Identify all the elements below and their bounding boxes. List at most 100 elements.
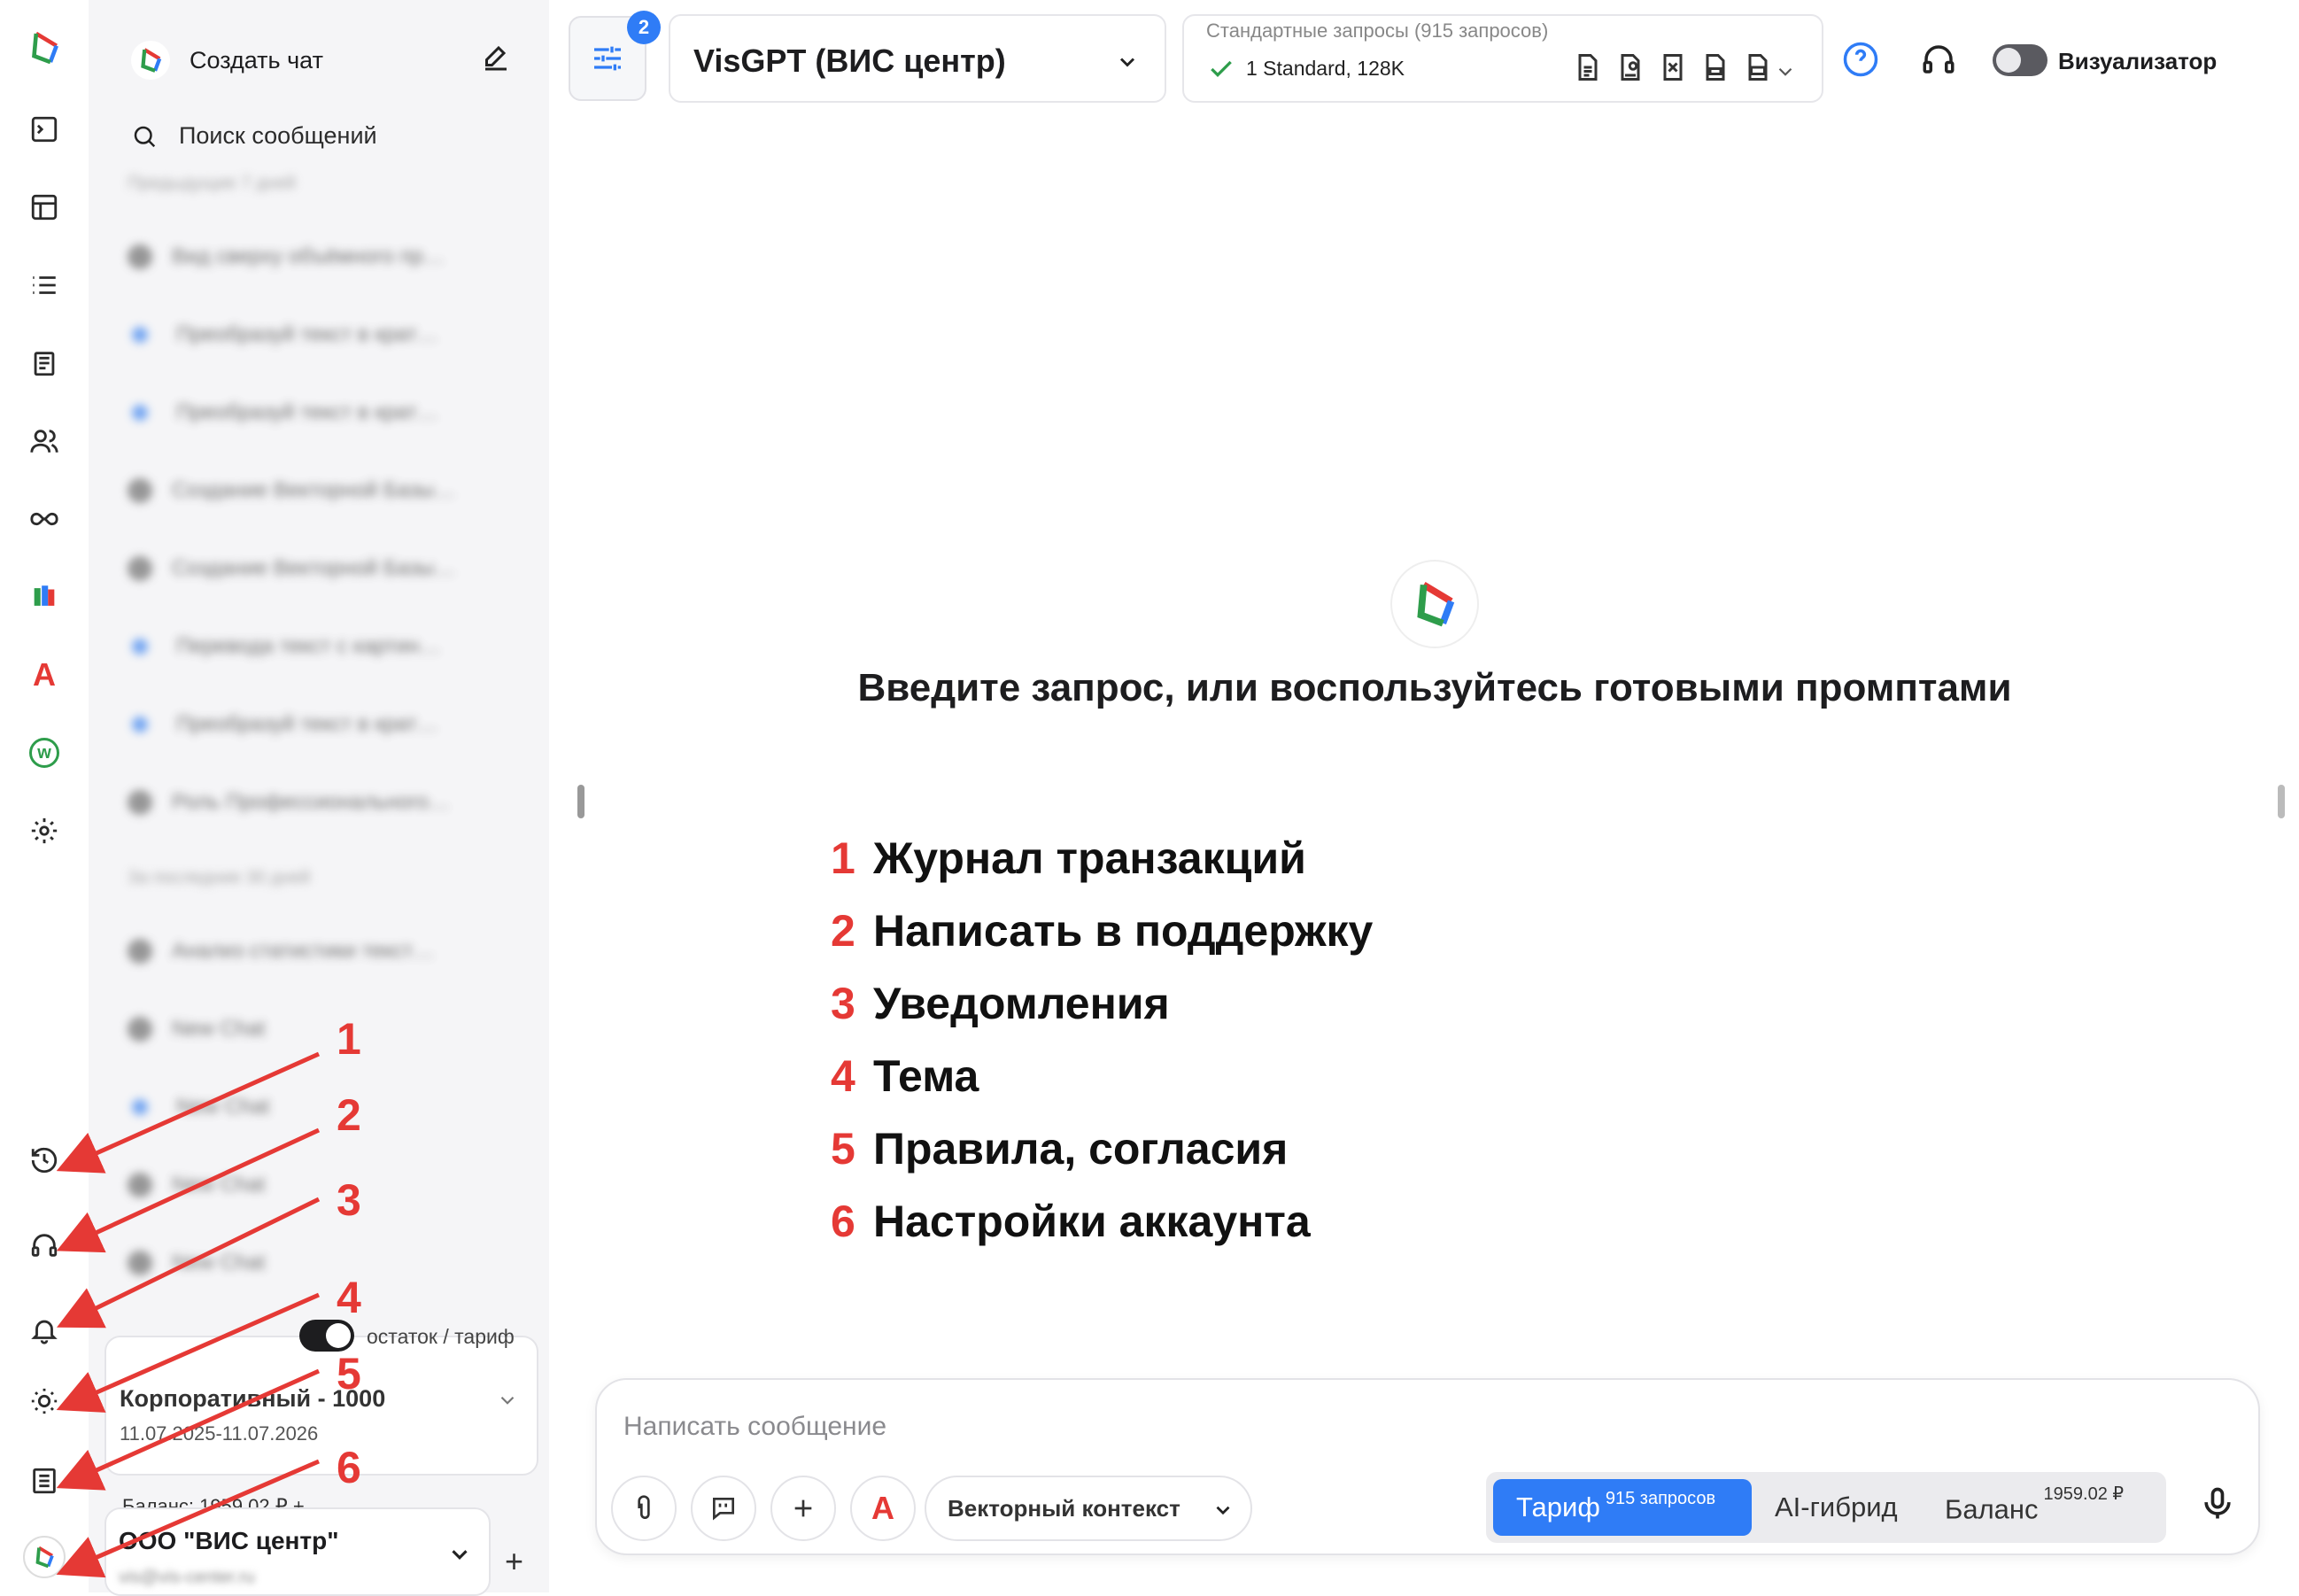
request-value: 1 Standard, 128K — [1246, 57, 1405, 80]
new-chat-button[interactable]: Создать чат — [131, 35, 512, 85]
history-group-label: Предыдущие 7 дней — [128, 174, 296, 193]
visualizer-label: Визуализатор — [2058, 48, 2218, 74]
doc-file-icon — [1578, 54, 1598, 81]
chevron-down-icon — [1778, 67, 1792, 76]
txt-file-icon — [1706, 54, 1725, 81]
icon-rail: A w — [0, 0, 89, 1592]
user-email: vis@vis-center.ru — [119, 1568, 255, 1587]
support-headset-icon[interactable] — [1920, 41, 1957, 78]
plan-card[interactable]: Корпоративный - 1000 11.07.2025-11.07.20… — [104, 1336, 538, 1476]
message-input[interactable]: Написать сообщение — [623, 1412, 886, 1442]
new-chat-label: Создать чат — [190, 46, 323, 74]
plus-icon — [794, 1499, 812, 1517]
history-item[interactable]: Роль Профессионального… — [128, 763, 517, 841]
attach-button[interactable] — [611, 1476, 677, 1541]
file-types — [1572, 51, 1774, 83]
history-group-label: За последние 30 дней — [128, 868, 311, 887]
history-item[interactable]: Вид сверху объёмного пр… — [128, 218, 517, 296]
add-button[interactable] — [770, 1476, 836, 1541]
legend-item: 2 Написать в поддержку — [831, 906, 1374, 956]
theme-sun-icon[interactable] — [21, 1378, 67, 1424]
sidebar-resize-handle[interactable] — [577, 785, 584, 818]
users-icon[interactable] — [21, 418, 67, 464]
balance-tariff-toggle[interactable] — [299, 1320, 354, 1352]
check-icon — [1211, 60, 1232, 78]
vector-context-selector[interactable]: Векторный контекст — [925, 1476, 1252, 1541]
tariff-tab[interactable]: Тариф 915 запросов — [1493, 1479, 1752, 1536]
add-organization-button[interactable]: + — [505, 1543, 523, 1580]
legend-item: 4 Тема — [831, 1051, 979, 1101]
request-type-selector[interactable]: Стандартные запросы (915 запросов) 1 Sta… — [1182, 14, 1823, 103]
help-icon[interactable] — [1842, 41, 1879, 78]
layout-icon[interactable] — [21, 184, 67, 230]
history-item[interactable]: Создание Векторной Базы… — [128, 452, 517, 530]
w-app-icon[interactable]: w — [21, 730, 67, 776]
vector-context-label: Векторный контекст — [948, 1494, 1180, 1522]
history-item[interactable]: New Chat — [128, 1224, 517, 1302]
account-avatar-icon[interactable] — [21, 1534, 67, 1580]
chevron-down-icon — [500, 1396, 515, 1405]
organization-name: ООО "ВИС центр" — [119, 1527, 339, 1554]
chat-history: Предыдущие 7 дней Вид сверху объёмного п… — [128, 168, 517, 1302]
history-item[interactable]: Перевода текст с картин… — [128, 608, 517, 686]
legend-item: 3 Уведомления — [831, 979, 1170, 1028]
history-item[interactable]: Преобразуй текст в крат… — [128, 296, 517, 374]
docx-file-icon — [1748, 54, 1768, 81]
history-item[interactable]: Преобразуй текст в крат… — [128, 686, 517, 763]
plan-name: Корпоративный - 1000 — [120, 1385, 386, 1412]
history-item[interactable]: New Chat — [128, 1068, 517, 1146]
font-tool-button[interactable]: A — [850, 1476, 916, 1541]
books-icon[interactable] — [21, 574, 67, 620]
settings-gear-icon[interactable] — [21, 808, 67, 854]
plan-dates: 11.07.2025-11.07.2026 — [120, 1422, 319, 1445]
transaction-history-icon[interactable] — [21, 1137, 67, 1183]
edit-icon[interactable] — [480, 43, 512, 74]
history-item[interactable]: New Chat — [128, 990, 517, 1068]
font-a-icon[interactable]: A — [21, 652, 67, 698]
model-selector[interactable]: VisGPT (ВИС центр) — [669, 14, 1166, 103]
search-messages[interactable]: Поиск сообщений — [131, 122, 377, 150]
billing-mode-switch: Тариф 915 запросов AI-гибрид Баланс 1959.0… — [1486, 1472, 2166, 1543]
infinity-icon[interactable] — [21, 496, 67, 542]
organization-selector[interactable]: ООО "ВИС центр" vis@vis-center.ru — [104, 1507, 491, 1596]
history-item[interactable]: New Chat — [128, 1146, 517, 1224]
pdf-file-icon — [1621, 54, 1640, 81]
visualizer-toggle[interactable] — [1993, 44, 2047, 76]
terminal-icon[interactable] — [21, 106, 67, 152]
app-logo-icon[interactable] — [21, 25, 67, 71]
request-title: Стандартные запросы (915 запросов) — [1206, 19, 1549, 42]
legend-item: 5 Правила, согласия — [831, 1124, 1289, 1174]
message-composer: Написать сообщение A Векторный контекст … — [595, 1378, 2260, 1555]
app-logo-icon — [131, 41, 170, 80]
chevron-down-icon — [452, 1550, 468, 1560]
panel-resize-handle[interactable] — [2278, 785, 2285, 818]
chat-sidebar: Создать чат Поиск сообщений Предыдущие 7… — [89, 0, 549, 1596]
legend-item: 1 Журнал транзакций — [831, 833, 1306, 883]
list-icon[interactable] — [21, 262, 67, 308]
rules-document-icon[interactable] — [21, 1458, 67, 1504]
center-logo-icon — [1392, 562, 1477, 647]
documents-icon[interactable] — [21, 340, 67, 386]
annotation-legend: 1 Журнал транзакций 2 Написать в поддержку… — [831, 822, 1373, 1258]
support-headset-icon[interactable] — [21, 1222, 67, 1268]
welcome-prompt: Введите запрос, или воспользуйтесь готов… — [857, 666, 2012, 709]
balance-tab[interactable]: Баланс 1959.02 ₽ — [1945, 1484, 2124, 1525]
font-a-icon: A — [871, 1490, 894, 1526]
chat-quote-icon — [713, 1498, 734, 1521]
legend-item: 6 Настройки аккаунта — [831, 1197, 1311, 1246]
ai-hybrid-tab[interactable]: AI-гибрид — [1775, 1491, 1898, 1523]
prompts-button[interactable] — [691, 1476, 756, 1541]
history-item[interactable]: Анализ статистики текст… — [128, 912, 517, 990]
model-name: VisGPT (ВИС центр) — [693, 43, 1006, 79]
parameters-count-badge: 2 — [627, 11, 661, 44]
notifications-bell-icon[interactable] — [21, 1307, 67, 1353]
sliders-icon — [594, 46, 621, 71]
history-item[interactable]: Преобразуй текст в крат… — [128, 374, 517, 452]
chevron-down-icon — [1216, 1506, 1230, 1515]
history-item[interactable]: Создание Векторной Базы… — [128, 530, 517, 608]
chevron-down-icon — [1119, 58, 1135, 67]
microphone-icon[interactable] — [2198, 1484, 2237, 1523]
search-icon — [134, 126, 156, 147]
search-label: Поиск сообщений — [179, 122, 377, 149]
xls-file-icon — [1663, 54, 1683, 81]
